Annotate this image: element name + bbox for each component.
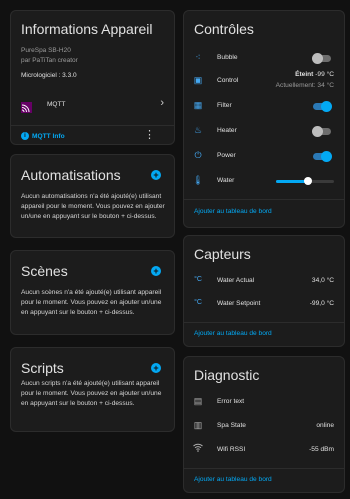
scenes-card: Scènes + Aucun scènes n'a été ajouté(e) … bbox=[10, 250, 175, 335]
mqtt-info-link[interactable]: MQTT Info bbox=[32, 133, 65, 140]
scenes-empty-text: Aucun scènes n'a été ajouté(e) utilisant… bbox=[21, 289, 162, 317]
diagnostic-card: Diagnostic ▤ Error text ▥ Spa State onli… bbox=[183, 356, 345, 493]
automations-card: Automatisations + Aucun automatisations … bbox=[10, 154, 175, 238]
power-toggle[interactable] bbox=[313, 151, 332, 162]
device-model: PureSpa SB-H20 bbox=[21, 47, 71, 54]
celsius-icon: °C bbox=[194, 276, 202, 283]
scripts-card: Scripts + Aucun scripts n'a été ajouté(e… bbox=[10, 347, 175, 432]
filter-label: Filter bbox=[217, 102, 232, 109]
device-maker: par PaTiTan creator bbox=[21, 57, 78, 64]
sensors-add-to-dashboard[interactable]: Ajouter au tableau de bord bbox=[194, 330, 272, 337]
control-current: Actuellement: 34 °C bbox=[275, 82, 334, 89]
automations-title: Automatisations bbox=[21, 167, 121, 183]
hot-tub-icon: ▥ bbox=[193, 420, 203, 430]
add-script-button[interactable]: + bbox=[151, 363, 161, 373]
filter-toggle[interactable] bbox=[313, 101, 332, 112]
heater-toggle[interactable] bbox=[312, 126, 331, 137]
water-actual-value: 34,0 °C bbox=[311, 277, 334, 284]
error-text-label: Error text bbox=[217, 398, 245, 405]
device-info-title: Informations Appareil bbox=[21, 21, 153, 37]
more-options-icon[interactable]: ⋮ bbox=[144, 128, 155, 143]
water-label: Water bbox=[217, 177, 235, 184]
controls-card: Contrôles ⁖ Bubble ▣ Control Éteint -99 … bbox=[183, 10, 345, 228]
sensors-card: Capteurs °C Water Actual 34,0 °C °C Wate… bbox=[183, 235, 345, 347]
chevron-right-icon: › bbox=[160, 97, 164, 109]
device-info-divider bbox=[11, 125, 174, 126]
filter-icon: ▦ bbox=[193, 100, 203, 110]
spa-state-value: online bbox=[316, 422, 334, 429]
flame-icon: ♨ bbox=[193, 125, 203, 135]
control-state-text: Éteint bbox=[295, 71, 314, 78]
mqtt-logo-icon bbox=[21, 100, 32, 113]
controls-title: Contrôles bbox=[194, 21, 254, 37]
controls-divider bbox=[184, 199, 344, 200]
thermometer-icon: 🌡 bbox=[192, 175, 204, 185]
control-label: Control bbox=[217, 77, 239, 84]
info-icon: i bbox=[21, 132, 29, 140]
bubble-label: Bubble bbox=[217, 54, 238, 61]
water-setpoint-value: -99,0 °C bbox=[309, 300, 334, 307]
wifi-rssi-label: Wifi RSSI bbox=[217, 446, 246, 453]
diagnostic-title: Diagnostic bbox=[194, 367, 260, 383]
add-scene-button[interactable]: + bbox=[151, 266, 161, 276]
scripts-empty-text: Aucun scripts n'a été ajouté(e) utilisan… bbox=[21, 380, 162, 408]
diagnostic-divider bbox=[184, 468, 344, 469]
control-state[interactable]: Éteint -99 °C bbox=[295, 71, 334, 78]
device-info-card: Informations Appareil PureSpa SB-H20 par… bbox=[10, 10, 175, 145]
power-label: Power bbox=[217, 152, 236, 159]
sensors-title: Capteurs bbox=[194, 246, 251, 262]
spa-state-label: Spa State bbox=[217, 422, 246, 429]
heater-label: Heater bbox=[217, 127, 237, 134]
power-icon: ⏻ bbox=[194, 150, 202, 160]
thermostat-icon: ▣ bbox=[193, 75, 203, 85]
mqtt-integration-row[interactable]: MQTT › bbox=[11, 97, 176, 113]
device-firmware: Micrologiciel : 3.3.0 bbox=[21, 72, 77, 79]
automations-empty-text: Aucun automatisations n'a été ajouté(e) … bbox=[21, 193, 165, 221]
sensors-divider bbox=[184, 322, 344, 323]
mqtt-integration-label: MQTT bbox=[47, 101, 66, 108]
control-target: -99 °C bbox=[315, 71, 334, 78]
water-setpoint-label: Water Setpoint bbox=[217, 300, 261, 307]
scripts-title: Scripts bbox=[21, 360, 64, 376]
celsius-icon: °C bbox=[194, 299, 202, 306]
wifi-rssi-value: -55 dBm bbox=[309, 446, 334, 453]
scenes-title: Scènes bbox=[21, 263, 68, 279]
bubble-icon: ⁖ bbox=[195, 52, 201, 62]
water-actual-label: Water Actual bbox=[217, 277, 255, 284]
controls-add-to-dashboard[interactable]: Ajouter au tableau de bord bbox=[194, 208, 272, 215]
water-slider-handle[interactable] bbox=[303, 177, 312, 185]
alert-box-icon: ▤ bbox=[193, 396, 203, 406]
bubble-toggle[interactable] bbox=[312, 53, 331, 64]
add-automation-button[interactable]: + bbox=[151, 170, 161, 180]
water-slider[interactable] bbox=[276, 177, 334, 185]
diagnostic-add-to-dashboard[interactable]: Ajouter au tableau de bord bbox=[194, 476, 272, 483]
wifi-icon bbox=[192, 443, 204, 455]
